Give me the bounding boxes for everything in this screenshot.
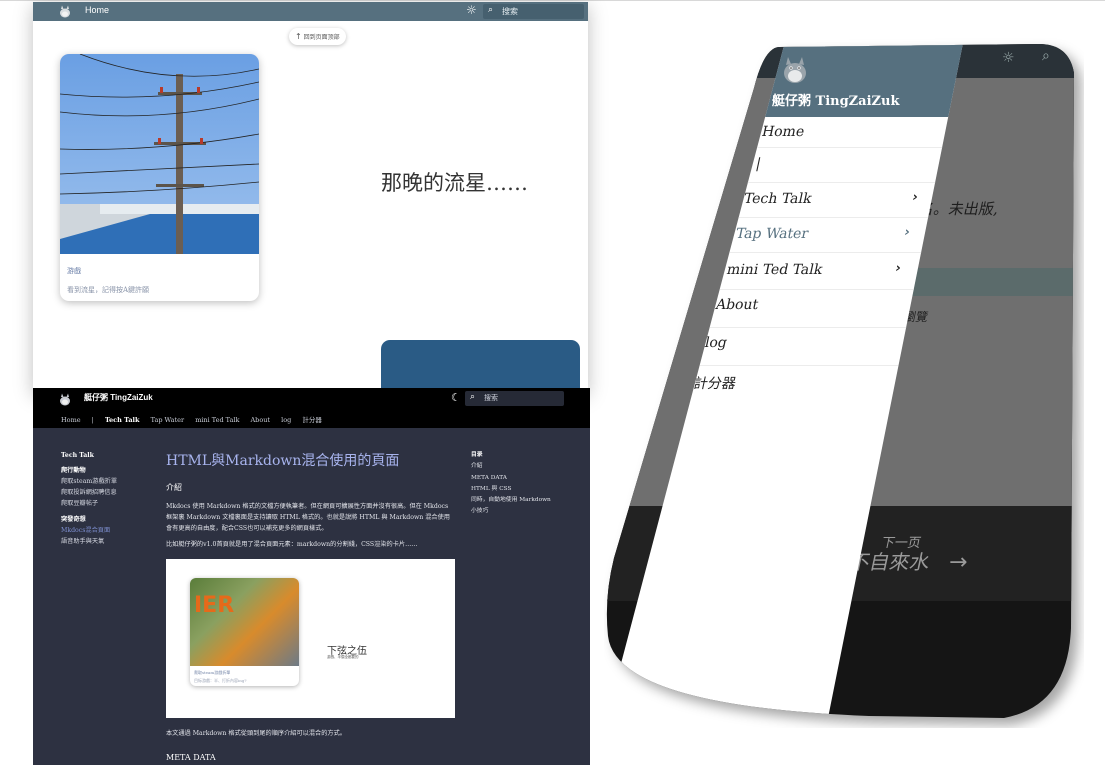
drawer-item-tech-talk[interactable]: Tech Talk ›	[742, 191, 813, 207]
game-card-desc: 目标游戲：半、打折內容ing?	[194, 678, 247, 683]
utility-pole-illustration	[60, 54, 259, 254]
tab-scoreboard[interactable]: 計分器	[302, 416, 322, 424]
drawer-item-scoreboard[interactable]: 計分器	[692, 373, 738, 393]
sidebar-item-voice-assistant[interactable]: 語音助手與天氣	[61, 536, 117, 547]
drawer-divider	[730, 252, 930, 253]
search-icon[interactable]: ⌕	[1042, 48, 1050, 64]
tab-separator: |	[91, 416, 94, 424]
post-card[interactable]: 游戲 看到流星，記得按A鍵許願	[60, 54, 259, 301]
drawer-divider	[710, 327, 910, 328]
card-description: 看到流星，記得按A鍵許願	[67, 286, 150, 294]
tab-about[interactable]: About	[250, 416, 270, 424]
tab-tech-talk[interactable]: Tech Talk	[105, 416, 140, 424]
tab-log[interactable]: log	[281, 416, 291, 424]
left-sidebar-nav: Tech Talk 爬行動物 爬取steam游戲折單 爬取投訴網招聘信息 爬取豆…	[61, 450, 117, 547]
site-title[interactable]: 艇仔粥 TingZaiZuk	[84, 392, 153, 403]
drawer-divider	[738, 217, 938, 218]
search-input[interactable]: ⌕ 搜索	[483, 4, 584, 19]
sidebar-item-mkdocs[interactable]: Mkdocs混合頁面	[61, 525, 117, 536]
sidebar-item-steam[interactable]: 爬取steam游戲折單	[61, 476, 117, 487]
game-cover-image	[190, 578, 299, 666]
sidebar-group-reptiles[interactable]: 爬行動物	[61, 465, 117, 476]
drawer-item-label: Tap Water	[734, 226, 810, 242]
nav-home-link[interactable]: Home	[85, 5, 109, 15]
sidebar-group-ideas[interactable]: 突發奇想	[61, 514, 117, 525]
search-placeholder: 搜索	[502, 7, 518, 16]
sidebar-item-jobs[interactable]: 爬取投訴網招聘信息	[61, 487, 117, 498]
search-icon: ⌕	[470, 392, 476, 402]
highlight-bar	[904, 268, 1084, 296]
dark-theme-screenshot: 艇仔粥 TingZaiZuk ☾ ⌕ 搜索 Home | Tech Talk T…	[33, 388, 590, 765]
article-content: HTML與Markdown混合使用的頁面 介紹 Mkdocs 使用 Markdo…	[166, 450, 456, 555]
drawer-divider	[754, 147, 954, 148]
theme-toggle-moon-icon[interactable]: ☾	[451, 391, 461, 404]
drawer-item-label: About	[714, 297, 760, 313]
arrow-right-icon[interactable]: →	[949, 550, 967, 575]
toc-item[interactable]: META DATA	[471, 473, 551, 484]
back-to-top-label: 回到页面顶部	[303, 34, 340, 41]
drawer-item-label: log	[703, 335, 729, 351]
chevron-right-icon: ›	[910, 190, 920, 205]
drawer-item-label: 計分器	[692, 376, 738, 392]
top-divider	[0, 0, 1105, 1]
toc-item[interactable]: 小技巧	[471, 506, 551, 517]
article-title: HTML與Markdown混合使用的頁面	[166, 453, 400, 469]
theme-toggle-sun-icon[interactable]: ☼	[466, 3, 477, 17]
tab-tap-water[interactable]: Tap Water	[151, 416, 185, 424]
drawer-divider	[700, 365, 900, 366]
top-tabs: Home | Tech Talk Tap Water mini Ted Talk…	[61, 414, 331, 424]
game-card[interactable]: IER 爬取steam游戲折單 目标游戲：半、打折內容ing?	[190, 578, 299, 686]
toc-item[interactable]: 同時，自動地使用 Markdown	[471, 495, 551, 506]
dark-header: 艇仔粥 TingZaiZuk ☾ ⌕ 搜索 Home | Tech Talk T…	[33, 388, 590, 428]
sidebar-item-douban[interactable]: 爬取豆瓣帖子	[61, 498, 117, 509]
totoro-logo-icon	[60, 393, 70, 406]
chevron-right-icon: ›	[902, 225, 912, 240]
drawer-item-label: |	[754, 156, 763, 172]
drawer-item-about[interactable]: About	[714, 297, 760, 313]
drawer-item-label: Tech Talk	[742, 191, 814, 207]
tab-mini-ted-talk[interactable]: mini Ted Talk	[195, 416, 239, 424]
blue-card[interactable]	[381, 340, 580, 392]
phone-mockup: ☼ ⌕ 取名。未出版, 瀏覽 下一页 不自來水 → 艇仔粥 TingZaiZuk…	[604, 38, 1084, 728]
embedded-example-image: IER 爬取steam游戲折單 目标游戲：半、打折內容ing? 下弦之伍 游戲、…	[166, 559, 455, 718]
drawer-item-label: mini Ted Talk	[725, 262, 824, 278]
page-heading: 那晚的流星……	[381, 171, 528, 195]
arrow-up-icon: ↑	[295, 32, 302, 41]
game-cover-text: IER	[194, 593, 235, 618]
toc-title: 目录	[471, 452, 483, 458]
toc-item[interactable]: 介紹	[471, 461, 551, 472]
totoro-logo-icon	[60, 5, 70, 18]
section-heading-intro: 介紹	[166, 483, 182, 492]
drawer-item-separator: |	[754, 156, 762, 172]
theme-toggle-sun-icon[interactable]: ☼	[1002, 50, 1015, 66]
drawer-divider	[720, 289, 920, 290]
card-caption: 游戲	[67, 267, 81, 275]
card-image	[60, 54, 259, 254]
embed-subtitle: 游戲、半價全都要的	[327, 655, 359, 659]
drawer-item-home[interactable]: Home	[760, 124, 806, 140]
back-to-top-button[interactable]: ↑ 回到页面顶部	[289, 28, 346, 45]
drawer-item-label: Home	[760, 124, 806, 140]
drawer-item-mini-ted-talk[interactable]: mini Ted Talk ›	[725, 262, 824, 278]
drawer-site-title[interactable]: 艇仔粥 TingZaiZuk	[772, 90, 899, 109]
sidebar-title: Tech Talk	[61, 452, 94, 459]
paragraph-after-embed: 本文通過 Markdown 格式從頭到尾的順序介紹可以混合的方式。	[166, 730, 346, 737]
game-card-caption: 爬取steam游戲折單	[194, 670, 231, 675]
drawer-item-tap-water[interactable]: Tap Water ›	[734, 226, 810, 242]
search-input[interactable]: ⌕ 搜索	[465, 391, 564, 406]
tab-home[interactable]: Home	[61, 416, 81, 424]
toc-item[interactable]: HTML 與 CSS	[471, 484, 551, 495]
table-of-contents: 目录 介紹 META DATA HTML 與 CSS 同時，自動地使用 Mark…	[471, 450, 551, 518]
drawer-divider	[746, 182, 946, 183]
chevron-right-icon: ›	[893, 261, 903, 276]
section-heading-meta: META DATA	[166, 753, 216, 762]
intro-paragraph: Mkdocs 使用 Markdown 格式的文檔方便執筆者。但在網頁可擴展性方面…	[166, 503, 450, 532]
drawer-item-log[interactable]: log	[703, 335, 728, 351]
light-header: Home ☼ ⌕ 搜索	[33, 2, 588, 21]
light-theme-screenshot: Home ☼ ⌕ 搜索 ↑ 回到页面顶部 游戲 看到流星，記得按A鍵許願 那晚的…	[33, 2, 588, 392]
search-placeholder: 搜索	[484, 394, 498, 402]
search-icon: ⌕	[488, 5, 494, 15]
totoro-logo-icon	[780, 56, 810, 84]
intro-paragraph-2: 比如艇仔粥的v1.0首頁就是用了混合頁面元素：markdown的分割綫，CSS渲…	[166, 541, 418, 548]
